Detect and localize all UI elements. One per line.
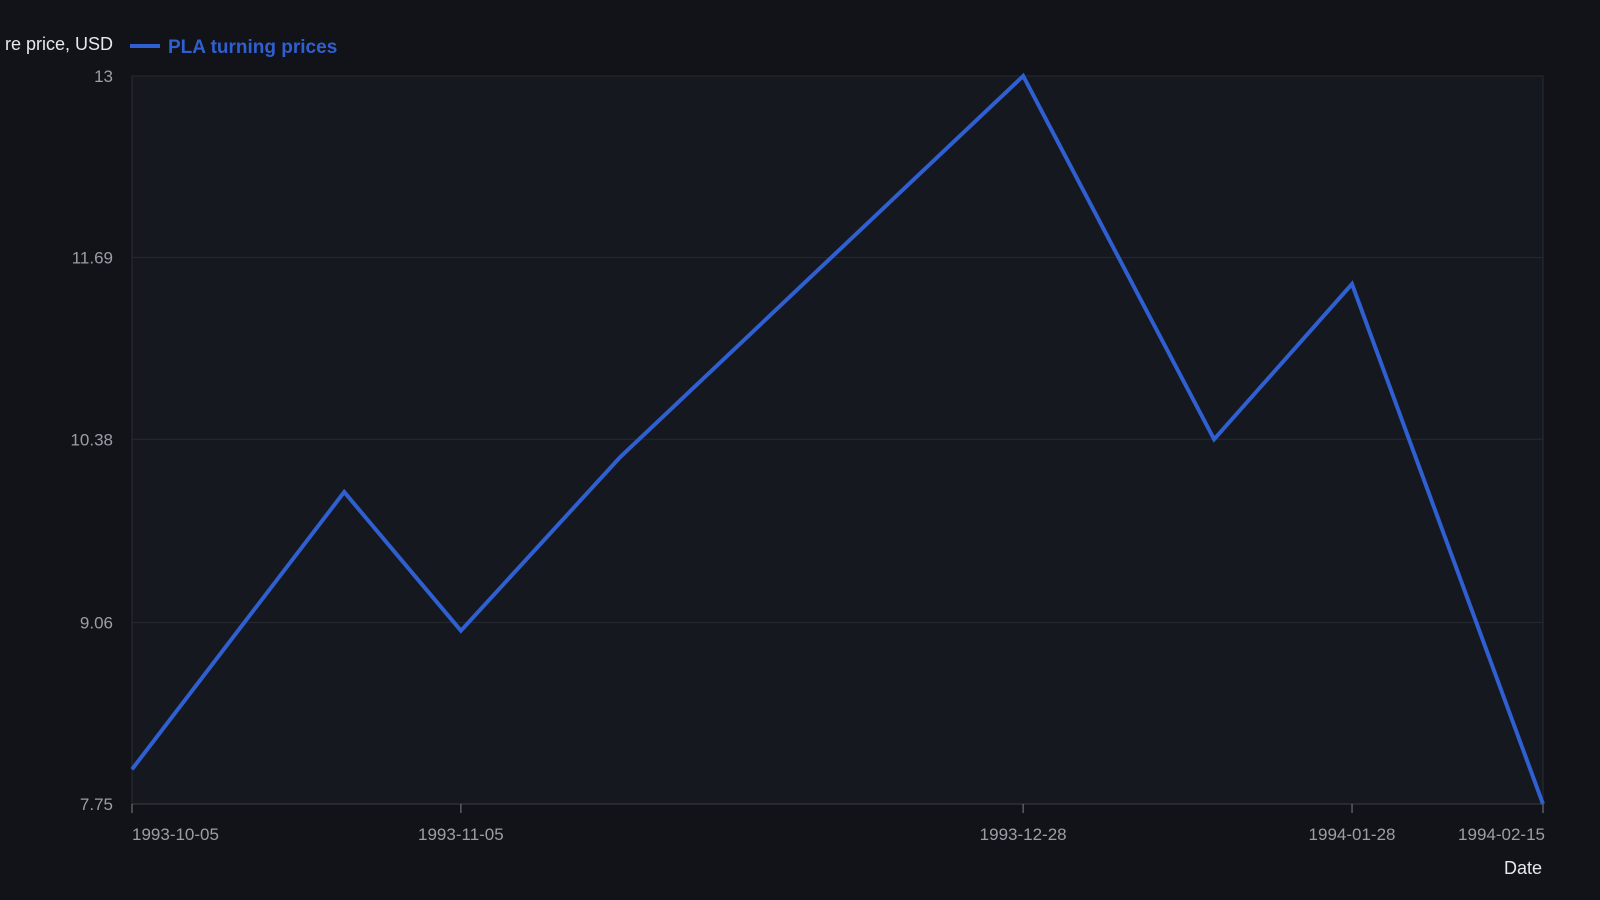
line-chart: 7.75 9.06 10.38 11.69 13 1993-10-05 1993-11-05… xyxy=(5,34,1545,878)
chart-container: 7.75 9.06 10.38 11.69 13 1993-10-05 1993-11-05… xyxy=(0,0,1600,900)
y-tick-label: 9.06 xyxy=(80,613,113,632)
y-tick-label: 11.69 xyxy=(72,249,113,268)
y-tick-label: 10.38 xyxy=(70,430,113,449)
y-tick-label: 7.75 xyxy=(80,795,113,814)
plot-area xyxy=(131,75,1544,805)
axes xyxy=(131,803,1544,813)
y-axis-label: re price, USD xyxy=(5,34,113,54)
x-tick-label: 1994-01-28 xyxy=(1309,825,1396,844)
x-tick-label: 1993-12-28 xyxy=(980,825,1067,844)
x-tick-label: 1994-02-15 xyxy=(1458,825,1545,844)
y-tick-label: 13 xyxy=(94,67,113,86)
x-tick-label: 1993-11-05 xyxy=(418,825,504,844)
legend-label: PLA turning prices xyxy=(168,37,337,58)
x-axis-label: Date xyxy=(1504,858,1542,878)
x-tick-label: 1993-10-05 xyxy=(132,825,219,844)
